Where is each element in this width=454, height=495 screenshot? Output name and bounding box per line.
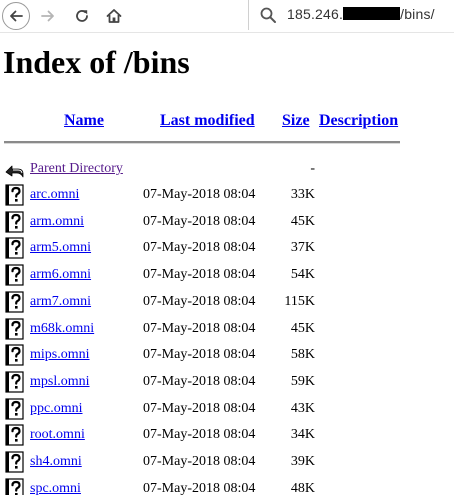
- unknown-file-icon: [5, 211, 24, 233]
- unknown-file-icon: [5, 264, 24, 286]
- home-button[interactable]: [101, 3, 127, 29]
- file-row: arm7.omni 07-May-2018 08:04 115K: [0, 290, 454, 316]
- header-divider: [4, 141, 400, 144]
- forward-arrow-icon: [41, 10, 54, 22]
- back-arrow-icon: [10, 10, 23, 22]
- file-row: m68k.omni 07-May-2018 08:04 45K: [0, 317, 454, 343]
- file-row: arc.omni 07-May-2018 08:04 33K: [0, 183, 454, 209]
- file-row: root.omni 07-May-2018 08:04 34K: [0, 423, 454, 449]
- parent-directory-link[interactable]: Parent Directory: [30, 161, 123, 177]
- reload-icon: [76, 10, 88, 22]
- file-row: arm.omni 07-May-2018 08:04 45K: [0, 210, 454, 236]
- file-row: ppc.omni 07-May-2018 08:04 43K: [0, 397, 454, 423]
- unknown-file-icon: [5, 184, 24, 206]
- file-modified: 07-May-2018 08:04: [143, 480, 256, 495]
- unknown-file-icon: [5, 344, 24, 366]
- file-size: 48K: [290, 480, 315, 495]
- file-link[interactable]: mips.omni: [30, 347, 90, 363]
- column-header-description[interactable]: Description: [319, 112, 398, 130]
- unknown-file-icon: [5, 397, 24, 420]
- file-row: arm6.omni 07-May-2018 08:04 54K: [0, 263, 454, 289]
- unknown-file-icon: [5, 424, 24, 446]
- file-size: 115K: [284, 293, 315, 309]
- file-size: 39K: [290, 454, 315, 469]
- file-link[interactable]: arm6.omni: [30, 267, 91, 283]
- forward-button[interactable]: [35, 3, 61, 29]
- url-text[interactable]: 185.246. /bins/: [287, 6, 435, 22]
- file-link[interactable]: arm5.omni: [30, 240, 91, 256]
- file-modified: 07-May-2018 08:04: [143, 320, 256, 336]
- file-modified: 07-May-2018 08:04: [143, 187, 256, 202]
- url-redaction: [343, 7, 401, 20]
- file-row: mpsl.omni 07-May-2018 08:04 59K: [0, 370, 454, 396]
- reload-button[interactable]: [69, 3, 95, 29]
- parent-directory-row: Parent Directory -: [0, 157, 454, 183]
- file-modified: 07-May-2018 08:04: [143, 347, 256, 363]
- file-link[interactable]: root.omni: [30, 427, 85, 443]
- back-folder-icon: [5, 165, 24, 178]
- file-link[interactable]: ppc.omni: [30, 401, 83, 417]
- column-header-size[interactable]: Size: [282, 112, 310, 130]
- column-header-name[interactable]: Name: [64, 112, 104, 130]
- file-link[interactable]: m68k.omni: [30, 321, 94, 337]
- file-modified: 07-May-2018 08:04: [143, 240, 256, 256]
- search-icon: [260, 7, 276, 23]
- file-modified: 07-May-2018 08:04: [143, 293, 256, 309]
- file-link[interactable]: mpsl.omni: [30, 374, 90, 390]
- file-modified: 07-May-2018 08:04: [143, 213, 256, 229]
- column-header-last-modified[interactable]: Last modified: [160, 112, 255, 130]
- file-modified: 07-May-2018 08:04: [143, 427, 256, 443]
- url-prefix: 185.246.: [287, 6, 344, 22]
- file-size: 45K: [290, 320, 315, 336]
- file-row: sh4.omni 07-May-2018 08:04 39K: [0, 450, 454, 476]
- file-link[interactable]: arc.omni: [30, 187, 79, 203]
- file-size: 58K: [290, 347, 315, 363]
- file-row: mips.omni 07-May-2018 08:04 58K: [0, 343, 454, 369]
- home-icon: [106, 9, 122, 23]
- file-size: 37K: [290, 240, 315, 256]
- unknown-file-icon: [5, 371, 24, 393]
- file-link[interactable]: arm.omni: [30, 214, 84, 230]
- unknown-file-icon: [5, 291, 24, 313]
- file-size: 45K: [290, 213, 315, 229]
- file-size: 34K: [290, 427, 315, 443]
- file-size: 43K: [290, 400, 315, 416]
- file-row: spc.omni 07-May-2018 08:04 48K: [0, 477, 454, 495]
- file-size: 54K: [290, 267, 315, 283]
- file-row: arm5.omni 07-May-2018 08:04 37K: [0, 236, 454, 262]
- file-modified: 07-May-2018 08:04: [143, 400, 256, 416]
- file-size: 33K: [290, 187, 315, 202]
- file-modified: 07-May-2018 08:04: [143, 373, 256, 389]
- file-link[interactable]: sh4.omni: [30, 454, 82, 470]
- file-modified: 07-May-2018 08:04: [143, 454, 256, 469]
- unknown-file-icon: [5, 317, 24, 340]
- back-button[interactable]: [2, 2, 30, 30]
- unknown-file-icon: [5, 451, 24, 473]
- unknown-file-icon: [5, 237, 24, 259]
- url-suffix: /bins/: [400, 6, 435, 22]
- unknown-file-icon: [5, 478, 24, 495]
- browser-toolbar: 185.246. /bins/: [0, 0, 454, 33]
- file-modified: 07-May-2018 08:04: [143, 267, 256, 283]
- file-link[interactable]: spc.omni: [30, 481, 81, 495]
- page-title: Index of /bins: [3, 44, 190, 80]
- file-link[interactable]: arm7.omni: [30, 294, 91, 310]
- parent-directory-size: -: [310, 161, 315, 176]
- file-size: 59K: [290, 373, 315, 389]
- address-bar[interactable]: 185.246. /bins/: [248, 0, 454, 30]
